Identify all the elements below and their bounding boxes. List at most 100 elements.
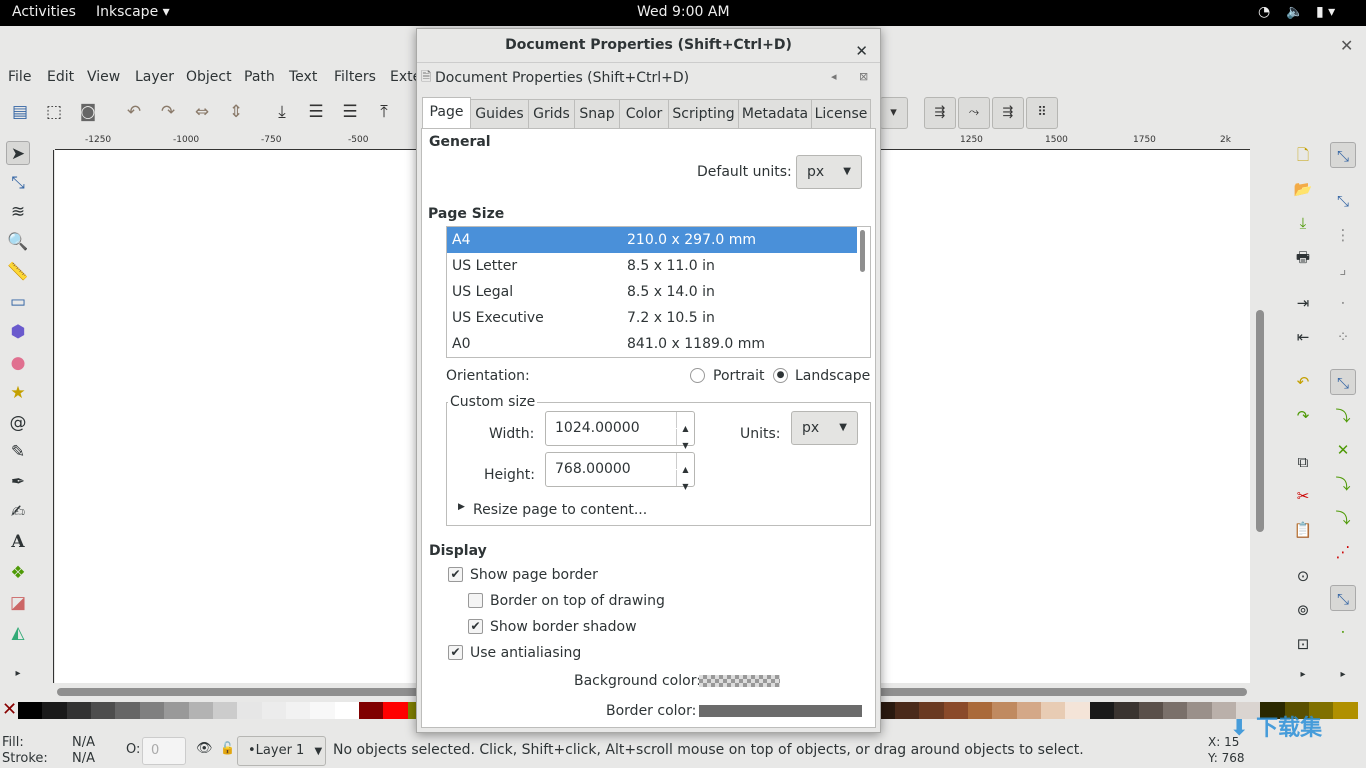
show-page-border-checkbox[interactable]: ✔: [448, 567, 463, 582]
document-properties-icon[interactable]: ▤: [8, 100, 32, 124]
tab-grids[interactable]: Grids: [528, 99, 575, 129]
pencil-tool-icon[interactable]: ✎: [6, 440, 30, 464]
snap-cusp-icon[interactable]: ⤵: [1330, 471, 1356, 497]
palette-swatch[interactable]: [188, 702, 213, 719]
tab-metadata[interactable]: Metadata: [738, 99, 812, 129]
use-antialiasing-checkbox[interactable]: ✔: [448, 645, 463, 660]
menu-layer[interactable]: Layer: [135, 69, 174, 85]
palette-swatch[interactable]: [164, 702, 189, 719]
palette-swatch[interactable]: [334, 702, 360, 719]
copy-icon[interactable]: ⧉: [1290, 449, 1316, 475]
border-on-top-label[interactable]: Border on top of drawing: [490, 593, 665, 609]
palette-swatch[interactable]: [1114, 702, 1139, 719]
raise-icon[interactable]: ☰: [338, 100, 362, 124]
flip-horizontal-icon[interactable]: ⇔: [190, 100, 214, 124]
snap-bbox-corner-icon[interactable]: ⌟: [1330, 256, 1356, 282]
snap-more-icon[interactable]: ▸: [1330, 662, 1356, 688]
snap-nodes-icon[interactable]: ⤡: [1330, 369, 1356, 395]
layer-dropdown[interactable]: •Layer 1 ▼: [237, 736, 326, 766]
show-border-shadow-checkbox[interactable]: ✔: [468, 619, 483, 634]
snap-bbox-center-icon[interactable]: ⁘: [1330, 324, 1356, 350]
snap-curve-button[interactable]: ⤳: [958, 97, 990, 129]
decrement-icon[interactable]: ▼: [676, 429, 694, 450]
show-page-border-label[interactable]: Show page border: [470, 567, 598, 583]
list-scrollbar-thumb[interactable]: [860, 230, 865, 272]
list-item[interactable]: US Legal 8.5 x 14.0 in: [447, 279, 857, 305]
snap-midpoint-icon[interactable]: ⋰: [1330, 539, 1356, 565]
palette-swatch[interactable]: [42, 702, 67, 719]
star-tool-icon[interactable]: ★: [6, 381, 30, 405]
node-tool-icon[interactable]: ⤡: [6, 171, 30, 195]
save-icon[interactable]: ⤓: [1290, 210, 1316, 236]
palette-swatch[interactable]: [310, 702, 335, 719]
snap-bbox-edge-icon[interactable]: ⋮: [1330, 222, 1356, 248]
open-icon[interactable]: 📂: [1290, 176, 1316, 202]
snap-others-icon[interactable]: ⤡: [1330, 585, 1356, 611]
resize-to-content-expander[interactable]: Resize page to content...: [473, 502, 647, 518]
snap-bbox-button[interactable]: ⇶: [924, 97, 956, 129]
panel-collapse-icon[interactable]: ◂: [831, 70, 837, 83]
page-size-list[interactable]: A4 210.0 x 297.0 mm US Letter 8.5 x 11.0 i…: [446, 226, 871, 358]
snap-bbox-midpoint-icon[interactable]: ⋅: [1330, 290, 1356, 316]
fill-value[interactable]: N/A: [72, 735, 95, 750]
increment-icon[interactable]: ▲: [676, 412, 694, 433]
import-icon[interactable]: ⇥: [1290, 290, 1316, 316]
palette-swatch[interactable]: [968, 702, 993, 719]
zoom-page-icon[interactable]: ⊡: [1290, 631, 1316, 657]
list-item[interactable]: US Letter 8.5 x 11.0 in: [447, 253, 857, 279]
window-close-button[interactable]: ✕: [1340, 36, 1353, 55]
landscape-label[interactable]: Landscape: [795, 368, 870, 384]
width-field[interactable]: 1024.00000 ▲ ▼: [545, 411, 695, 450]
palette-swatch[interactable]: [1041, 702, 1066, 719]
no-paint-swatch[interactable]: ✕: [2, 700, 18, 720]
increment-icon[interactable]: ▲: [676, 453, 694, 474]
palette-swatch[interactable]: [1089, 702, 1115, 719]
menu-object[interactable]: Object: [186, 69, 232, 85]
menu-filters[interactable]: Filters: [334, 69, 376, 85]
list-item[interactable]: A0 841.0 x 1189.0 mm: [447, 331, 857, 357]
palette-swatch[interactable]: [91, 702, 116, 719]
palette-swatch[interactable]: [383, 702, 408, 719]
tab-page[interactable]: Page: [422, 97, 471, 129]
height-field[interactable]: 768.00000 ▲ ▼: [545, 452, 695, 491]
paint-bucket-tool-icon[interactable]: ◭: [6, 621, 30, 645]
list-item[interactable]: US Executive 7.2 x 10.5 in: [447, 305, 857, 331]
snap-center-icon[interactable]: ⋅: [1330, 619, 1356, 645]
palette-swatch[interactable]: [943, 702, 969, 719]
selector-tool-icon[interactable]: ➤: [6, 141, 30, 165]
paste-icon[interactable]: 📋: [1290, 517, 1316, 543]
palette-swatch[interactable]: [115, 702, 140, 719]
palette-swatch[interactable]: [139, 702, 165, 719]
background-color-swatch[interactable]: [699, 675, 780, 687]
print-icon[interactable]: 🖶: [1290, 244, 1316, 270]
menu-text[interactable]: Text: [289, 69, 317, 85]
flip-vertical-icon[interactable]: ⇕: [224, 100, 248, 124]
default-units-dropdown[interactable]: px ▼: [796, 155, 862, 189]
toolbar-dropdown[interactable]: ▾: [880, 97, 908, 129]
palette-swatch[interactable]: [285, 702, 311, 719]
menu-file[interactable]: File: [8, 69, 31, 85]
ellipse-tool-icon[interactable]: ●: [6, 351, 30, 375]
menu-path[interactable]: Path: [244, 69, 275, 85]
tab-scripting[interactable]: Scripting: [668, 99, 739, 129]
rotate-ccw-icon[interactable]: ↶: [122, 100, 146, 124]
border-color-swatch[interactable]: [699, 705, 862, 717]
app-menu[interactable]: Inkscape ▾: [96, 4, 170, 20]
measure-tool-icon[interactable]: 📏: [6, 260, 30, 284]
snap-grid-button[interactable]: ⠿: [1026, 97, 1058, 129]
spray-tool-icon[interactable]: ❖: [6, 561, 30, 585]
wifi-icon[interactable]: ◔: [1258, 4, 1270, 20]
eraser-tool-icon[interactable]: ◪: [6, 591, 30, 615]
redo-icon[interactable]: ↷: [1290, 403, 1316, 429]
panel-close-icon[interactable]: ⊠: [859, 70, 868, 83]
palette-swatch[interactable]: [1065, 702, 1090, 719]
snap-node-button[interactable]: ⇶: [992, 97, 1024, 129]
units-dropdown[interactable]: px ▼: [791, 411, 858, 445]
export-icon[interactable]: ⇤: [1290, 324, 1316, 350]
snap-intersection-icon[interactable]: ✕: [1330, 437, 1356, 463]
palette-swatch[interactable]: [18, 702, 43, 719]
zoom-tool-icon[interactable]: 🔍: [6, 230, 30, 254]
menu-edit[interactable]: Edit: [47, 69, 74, 85]
palette-swatch[interactable]: [1162, 702, 1188, 719]
use-antialiasing-label[interactable]: Use antialiasing: [470, 645, 581, 661]
